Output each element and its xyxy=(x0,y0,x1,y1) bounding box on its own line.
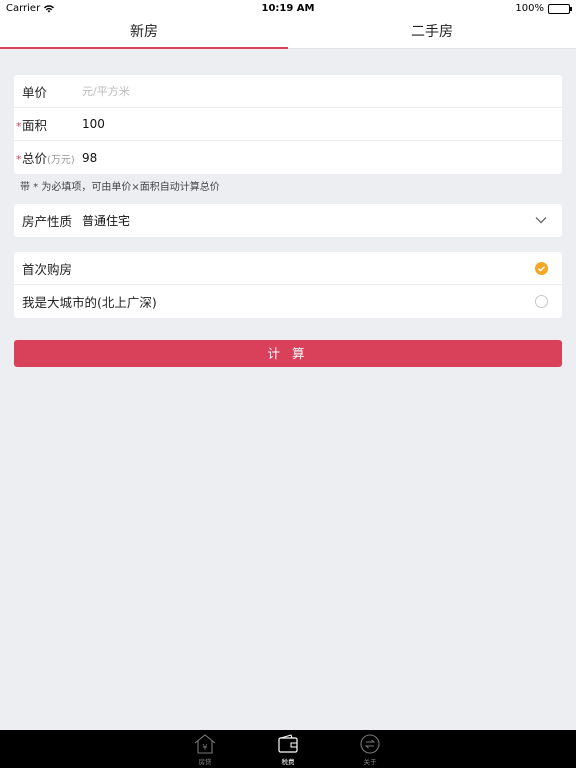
price-card: 单价 元/平方米 * 面积 100 * 总价 (万元) 98 xyxy=(14,75,562,174)
info-circle-icon xyxy=(360,734,380,754)
tab-taxes[interactable]: 税费 xyxy=(268,733,308,766)
status-bar: Carrier 10:19 AM 100% xyxy=(0,0,576,18)
battery-icon xyxy=(548,3,572,14)
svg-text:¥: ¥ xyxy=(202,743,207,752)
bottom-tab-bar: ¥ 房贷 税费 关于 xyxy=(0,730,576,768)
total-price-label: 总价 xyxy=(22,151,48,166)
total-price-unit: (万元) xyxy=(47,155,75,166)
total-price-input[interactable]: 98 xyxy=(82,151,97,165)
segment-tabs: 新房 二手房 xyxy=(0,18,576,49)
tab-about-label: 关于 xyxy=(363,758,377,766)
unchecked-circle-icon[interactable] xyxy=(535,295,548,308)
calculate-button[interactable]: 计 算 xyxy=(14,340,562,367)
checkmark-icon[interactable] xyxy=(535,262,548,275)
unit-price-input[interactable]: 元/平方米 xyxy=(82,83,130,99)
unit-price-label: 单价 xyxy=(22,84,48,100)
total-price-row[interactable]: * 总价 (万元) 98 xyxy=(14,141,562,174)
area-input[interactable]: 100 xyxy=(82,117,105,131)
tab-new-house[interactable]: 新房 xyxy=(0,18,288,49)
required-hint: 带 * 为必填项，可由单价×面积自动计算总价 xyxy=(20,182,220,193)
big-city-label: 我是大城市的(北上广深) xyxy=(22,295,157,310)
property-type-card: 房产性质 普通住宅 xyxy=(14,204,562,237)
unit-price-row[interactable]: 单价 元/平方米 xyxy=(14,75,562,108)
tab-mortgage[interactable]: ¥ 房贷 xyxy=(185,733,225,766)
area-label: 面积 xyxy=(22,117,48,133)
big-city-row[interactable]: 我是大城市的(北上广深) xyxy=(14,285,562,318)
area-row[interactable]: * 面积 100 xyxy=(14,108,562,141)
tab-second-hand-house[interactable]: 二手房 xyxy=(288,18,576,48)
tab-mortgage-label: 房贷 xyxy=(198,758,212,766)
tab-about[interactable]: 关于 xyxy=(350,733,390,766)
battery-info: 100% xyxy=(515,3,572,14)
property-type-value[interactable]: 普通住宅 xyxy=(82,212,130,229)
chevron-down-icon[interactable] xyxy=(534,213,548,227)
total-price-label-group: * 总价 (万元) xyxy=(16,148,82,167)
property-type-label: 房产性质 xyxy=(22,214,73,229)
options-card: 首次购房 我是大城市的(北上广深) xyxy=(14,252,562,318)
status-time: 10:19 AM xyxy=(261,3,315,14)
wallet-icon xyxy=(278,734,298,753)
property-type-row[interactable]: 房产性质 普通住宅 xyxy=(14,204,562,237)
tab-taxes-label: 税费 xyxy=(281,758,295,766)
house-yen-icon: ¥ xyxy=(194,734,216,754)
battery-percent: 100% xyxy=(515,3,544,14)
area-label-group: * 面积 xyxy=(16,115,82,134)
first-purchase-label: 首次购房 xyxy=(22,261,73,277)
first-purchase-row[interactable]: 首次购房 xyxy=(14,252,562,285)
